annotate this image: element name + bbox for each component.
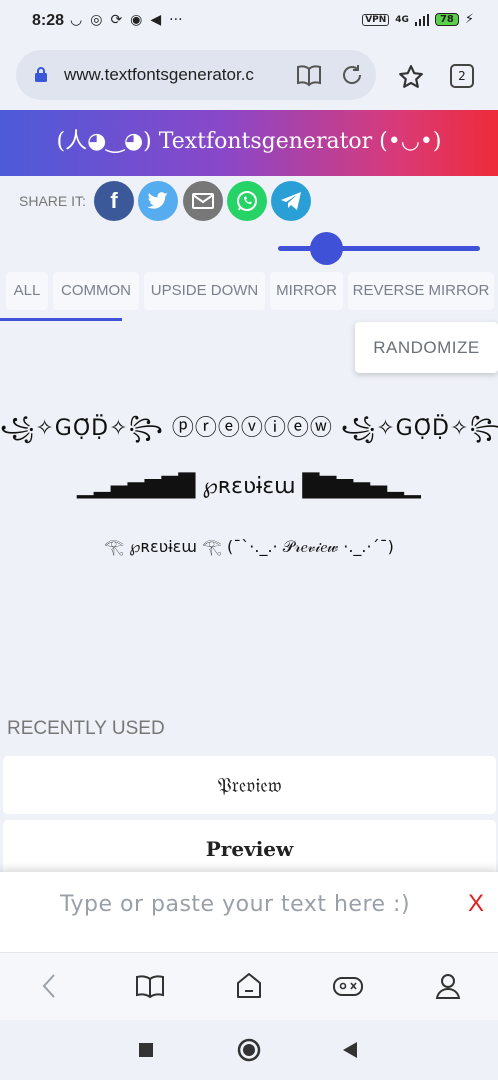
active-tab-indicator [0,318,122,321]
reload-icon[interactable] [340,63,364,87]
back-triangle-icon[interactable] [342,1041,358,1059]
status-time: 8:28 [32,12,65,29]
email-share-button[interactable] [183,181,223,221]
tab-upside-down[interactable]: UPSIDE DOWN [144,272,265,310]
chrome-icon: ◉ [130,12,143,28]
size-slider-thumb[interactable] [309,232,343,265]
share-row: SHARE IT: f [0,176,498,226]
facebook-share-button[interactable]: f [94,181,134,221]
browser-bottom-nav [0,952,498,1020]
clear-button[interactable]: X [468,890,484,918]
text-input-bar: X [0,872,498,952]
battery-badge: 78 [434,13,459,26]
network-type: 4G [395,14,409,25]
twitter-share-button[interactable] [138,181,178,221]
system-icons: VPN 4G 78 ⚡ [362,12,474,27]
instagram-icon: ◎ [90,12,103,28]
address-bar[interactable]: www.textfontsgenerator.c [16,50,376,100]
tab-common[interactable]: COMMON [53,272,139,310]
site-banner: (人◕‿◕) Textfontsgenerator (•◡•) [0,110,498,176]
signal-icon [414,13,429,26]
notification-icon: ◡ [70,12,83,28]
vpn-badge: VPN [362,13,390,26]
recently-used-heading: RECENTLY USED [7,718,165,739]
telegram-icon [281,192,301,210]
tab-switcher-button[interactable]: 2 [450,64,474,88]
preview-style-item[interactable]: ▁▂▄▅▆▇█ ℘ʀɛʋɨɛա █▇▆▅▄▂▁ [0,474,498,499]
bookmarks-icon[interactable] [135,971,165,1001]
whatsapp-share-button[interactable] [227,181,267,221]
back-icon[interactable] [38,971,60,1001]
system-nav-bar [0,1020,498,1080]
whatsapp-icon [237,191,257,211]
telegram-icon: ◀ [150,12,162,28]
category-tabs: ALL COMMON UPSIDE DOWN MIRROR REVERSE MI… [0,270,498,320]
reader-mode-icon[interactable] [296,63,322,87]
tab-mirror[interactable]: MIRROR [270,272,343,310]
notification-icons: ◡ ◎ ⟳ ◉ ◀ ··· [70,12,183,28]
more-icon: ··· [169,12,183,28]
home-icon[interactable] [234,971,264,1001]
status-bar: 8:28 ◡ ◎ ⟳ ◉ ◀ ··· VPN 4G 78 ⚡ [0,0,498,44]
charging-icon: ⚡ [464,12,474,27]
browser-toolbar: www.textfontsgenerator.c 2 [0,44,498,110]
randomize-button[interactable]: RANDOMIZE [355,322,498,373]
text-input[interactable] [60,886,440,922]
preview-style-item[interactable]: 𓂀 ℘ʀɛʋɨɛա 𓂀 (¯`·._.· 𝒫𝓇𝑒𝓋𝒾𝑒𝓌 ·._.·´¯) [0,532,498,558]
facebook-icon: f [110,188,118,213]
home-circle-icon[interactable] [237,1038,261,1062]
preview-style-item[interactable]: ꧁✧GỌ̈Ḍ̈✧꧂ ⓟⓡⓔⓥⓘⓔⓦ ꧁✧GỌ̈Ḍ̈✧꧂ [0,410,498,456]
lock-icon [35,67,47,82]
recent-item[interactable]: 𝔓𝔯𝔢𝔳𝔦𝔢𝔴 [3,756,496,814]
sync-icon: ⟳ [110,12,123,28]
share-label: SHARE IT: [19,193,86,209]
email-icon [192,193,214,209]
games-icon[interactable] [332,971,364,1001]
size-slider-track[interactable] [278,246,480,251]
tab-all[interactable]: ALL [6,272,48,310]
recent-item[interactable]: 𝐏𝐫𝐞𝐯𝐢𝐞𝐰 [3,820,496,878]
twitter-icon [147,192,168,209]
tab-reverse-mirror[interactable]: REVERSE MIRROR [348,272,494,310]
telegram-share-button[interactable] [271,181,311,221]
profile-icon[interactable] [434,971,462,1001]
recents-square-icon[interactable] [138,1042,154,1058]
url-text[interactable]: www.textfontsgenerator.c [64,65,289,85]
bookmark-star-icon[interactable] [398,64,424,90]
